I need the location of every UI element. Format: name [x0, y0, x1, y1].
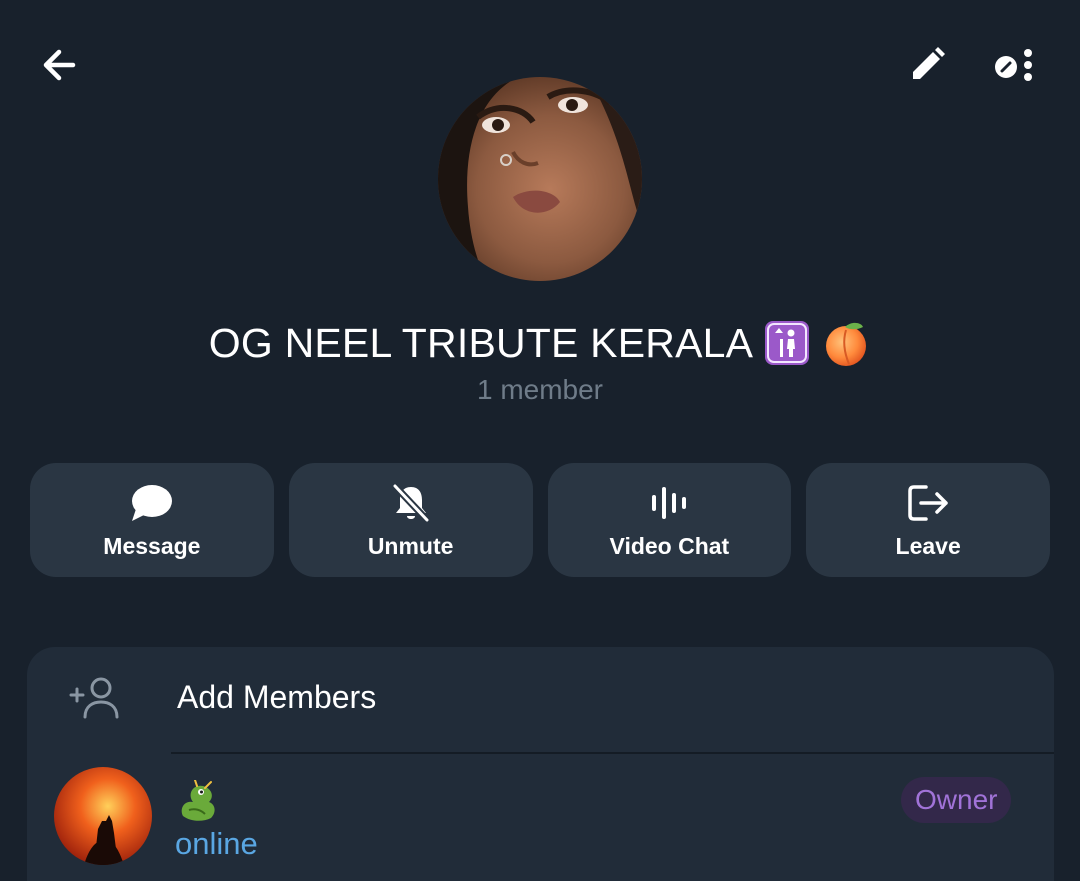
video-chat-label: Video Chat [609, 532, 730, 559]
elevator-person-icon [763, 319, 811, 367]
group-title: OG NEEL TRIBUTE KERALA [0, 318, 1080, 368]
bell-off-icon [391, 481, 431, 525]
add-members-row[interactable]: Add Members [27, 647, 1054, 752]
unmute-button[interactable]: Unmute [288, 463, 533, 577]
logout-icon [906, 481, 950, 525]
more-vertical-icon [995, 49, 1032, 81]
chat-bubble-icon [130, 481, 174, 525]
group-avatar[interactable] [438, 77, 642, 281]
action-bar: Message Unmute Video Chat Leave [30, 463, 1050, 577]
group-photo [438, 77, 642, 281]
pencil-icon [913, 47, 945, 79]
voice-bars-icon [649, 481, 689, 525]
video-chat-button[interactable]: Video Chat [547, 463, 792, 577]
members-card: Add Members online Owner [27, 647, 1054, 881]
leave-label: Leave [895, 532, 961, 559]
peach-emoji-icon [821, 318, 871, 368]
more-options-button[interactable] [986, 36, 1044, 94]
edit-button[interactable] [898, 36, 956, 94]
message-label: Message [103, 532, 201, 559]
owner-badge: Owner [901, 777, 1012, 823]
unmute-label: Unmute [367, 532, 454, 559]
member-row[interactable]: online Owner [27, 754, 1054, 881]
arrow-left-icon [43, 49, 76, 81]
message-button[interactable]: Message [30, 463, 274, 577]
avatar [54, 767, 152, 865]
leave-button[interactable]: Leave [806, 463, 1050, 577]
member-count: 1 member [476, 374, 604, 405]
dragon-emoji-icon [175, 779, 221, 824]
add-members-label: Add Members [177, 679, 377, 715]
add-person-icon [67, 675, 127, 723]
group-title-text: OG NEEL TRIBUTE KERALA [208, 319, 754, 366]
back-button[interactable] [30, 36, 88, 94]
member-status: online [175, 826, 258, 861]
